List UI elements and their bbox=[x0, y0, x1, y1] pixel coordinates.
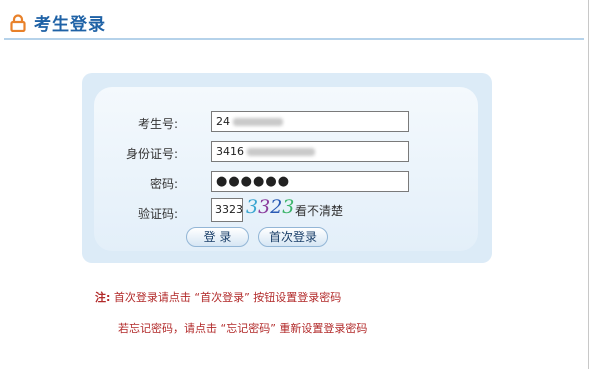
login-button[interactable]: 登 录 bbox=[186, 227, 249, 247]
id-card-label: 身份证号: bbox=[125, 147, 178, 161]
login-page: 考生登录 考生号: 24 身份证号: 3416 密码: ●●●●●● 验证码: … bbox=[0, 0, 604, 369]
captcha-refresh-link[interactable]: 看不清楚 bbox=[295, 202, 343, 219]
note-forgot-password: 若忘记密码，请点击 “忘记密码” 重新设置登录密码 bbox=[118, 320, 367, 336]
note-first-login: 注: 首次登录请点击 “首次登录” 按钮设置登录密码 bbox=[95, 289, 341, 305]
captcha-char: 2 bbox=[270, 196, 283, 218]
note-first-login-text: 首次登录请点击 “首次登录” 按钮设置登录密码 bbox=[113, 291, 342, 304]
page-header: 考生登录 bbox=[0, 0, 588, 40]
captcha-char: 3 bbox=[282, 196, 295, 218]
blurred-text bbox=[233, 118, 283, 126]
right-border bbox=[588, 0, 589, 369]
password-input[interactable]: ●●●●●● bbox=[211, 171, 409, 192]
id-card-value: 3416 bbox=[216, 145, 244, 158]
password-value: ●●●●●● bbox=[216, 174, 291, 189]
header-divider bbox=[4, 38, 584, 40]
exam-number-input[interactable]: 24 bbox=[211, 111, 409, 132]
captcha-char: 3 bbox=[258, 196, 271, 218]
page-title: 考生登录 bbox=[34, 15, 106, 35]
captcha-input-value: 3323 bbox=[215, 203, 243, 216]
captcha-input[interactable]: 3323 bbox=[211, 198, 243, 222]
captcha-image[interactable]: 3323 bbox=[246, 196, 294, 218]
password-label: 密码: bbox=[149, 177, 178, 191]
note-prefix: 注: bbox=[95, 291, 111, 304]
captcha-label: 验证码: bbox=[137, 207, 178, 221]
note-forgot-password-text: 若忘记密码，请点击 “忘记密码” 重新设置登录密码 bbox=[118, 322, 368, 335]
exam-number-label: 考生号: bbox=[137, 117, 178, 131]
first-login-button[interactable]: 首次登录 bbox=[258, 227, 328, 247]
lock-icon bbox=[10, 14, 26, 33]
exam-number-value: 24 bbox=[216, 115, 230, 128]
id-card-input[interactable]: 3416 bbox=[211, 141, 409, 162]
blurred-text bbox=[247, 148, 315, 156]
captcha-char: 3 bbox=[246, 196, 259, 218]
